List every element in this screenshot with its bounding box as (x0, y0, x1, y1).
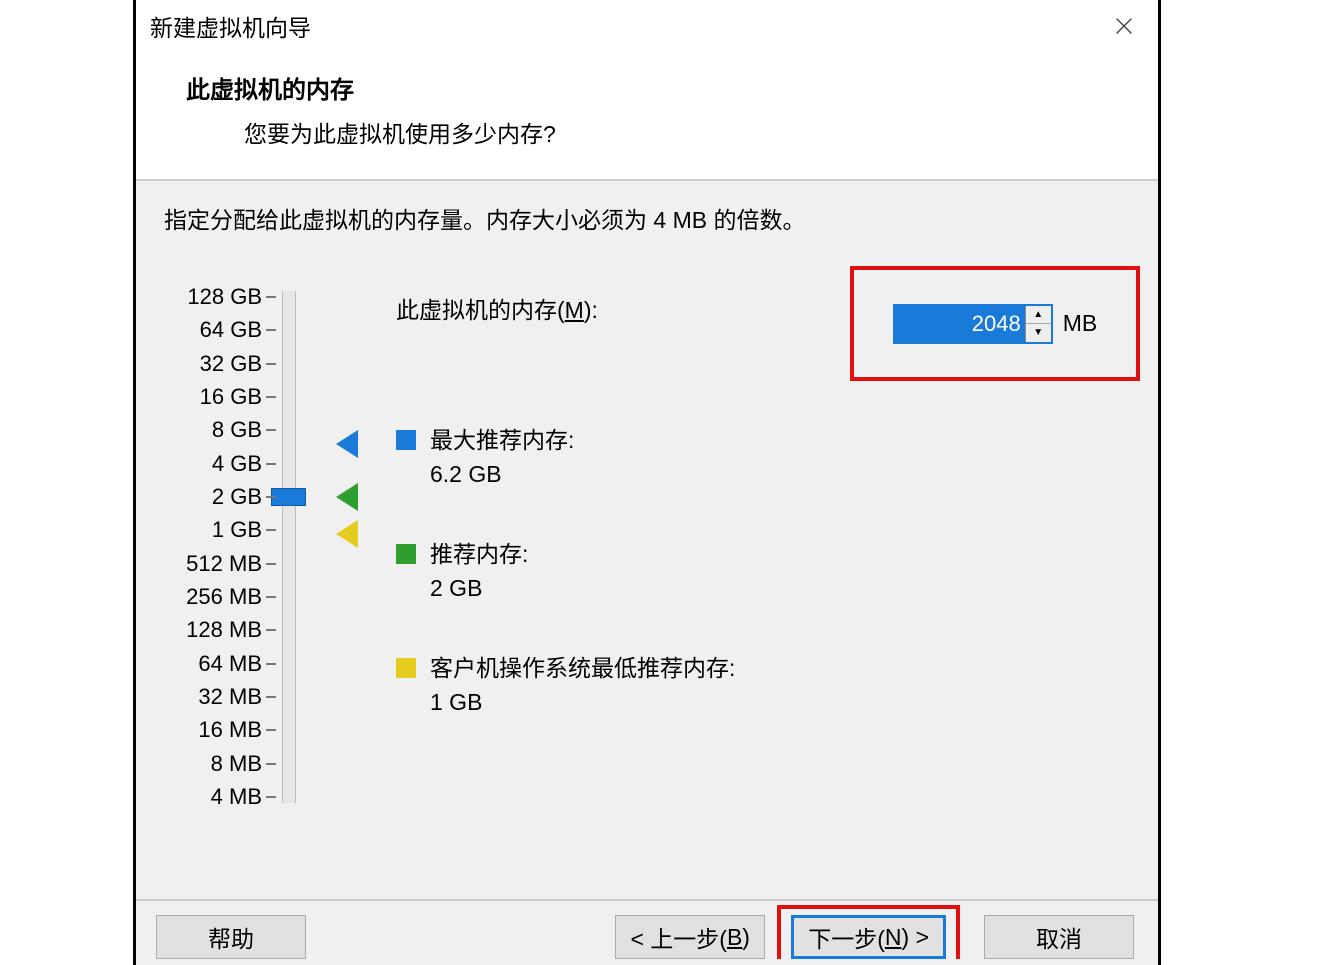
instruction-text: 指定分配给此虚拟机的内存量。内存大小必须为 4 MB 的倍数。 (136, 181, 1158, 235)
slider-tick: 512 MB (136, 553, 262, 575)
slider-tick: 16 GB (136, 386, 262, 408)
slider-tick: 1 GB (136, 519, 262, 541)
slider-tick: 8 GB (136, 419, 262, 441)
slider-tick: 128 GB (136, 286, 262, 308)
slider-tick: 4 MB (136, 786, 262, 808)
help-button[interactable]: 帮助 (156, 915, 306, 959)
marker-rec-icon (336, 483, 358, 511)
titlebar: 新建虚拟机向导 (136, 0, 1158, 52)
spin-down-icon[interactable]: ▼ (1026, 324, 1051, 342)
memory-spinner: ▲ ▼ (893, 304, 1053, 344)
close-icon[interactable] (1104, 6, 1144, 46)
slider-tick: 64 GB (136, 319, 262, 341)
wizard-header: 此虚拟机的内存 您要为此虚拟机使用多少内存? (136, 52, 1158, 179)
legend-max: 最大推荐内存: 6.2 GB (396, 421, 574, 488)
slider-tick: 2 GB (136, 486, 262, 508)
slider-tick: 4 GB (136, 453, 262, 475)
square-green-icon (396, 544, 416, 564)
next-button-highlight: 下一步(N) > (777, 905, 960, 959)
back-button[interactable]: < 上一步(B) (615, 915, 765, 959)
wizard-body: 指定分配给此虚拟机的内存量。内存大小必须为 4 MB 的倍数。 128 GB 64… (136, 181, 1158, 899)
legend-min-value: 1 GB (430, 689, 735, 716)
slider-thumb[interactable] (271, 488, 306, 506)
slider-tick: 32 MB (136, 686, 262, 708)
slider-ticks: 128 GB64 GB32 GB16 GB8 GB4 GB2 GB1 GB512… (136, 291, 262, 811)
legend-rec-value: 2 GB (430, 575, 528, 602)
cancel-button[interactable]: 取消 (984, 915, 1134, 959)
memory-slider[interactable] (282, 291, 296, 803)
slider-tick: 8 MB (136, 753, 262, 775)
memory-unit: MB (1063, 310, 1098, 337)
memory-input-label: 此虚拟机的内存(M): (396, 291, 598, 325)
slider-tick: 128 MB (136, 619, 262, 641)
legend-recommended: 推荐内存: 2 GB (396, 535, 528, 602)
square-blue-icon (396, 430, 416, 450)
slider-tick: 16 MB (136, 719, 262, 741)
window-title: 新建虚拟机向导 (150, 9, 311, 43)
page-heading: 此虚拟机的内存 (186, 70, 1158, 105)
memory-input-highlight: ▲ ▼ MB (850, 266, 1140, 381)
next-button[interactable]: 下一步(N) > (791, 915, 946, 959)
slider-tick: 32 GB (136, 353, 262, 375)
page-subheading: 您要为此虚拟机使用多少内存? (186, 115, 1158, 149)
legend-max-value: 6.2 GB (430, 461, 574, 488)
spinner-buttons: ▲ ▼ (1025, 306, 1051, 342)
slider-tick: 64 MB (136, 653, 262, 675)
slider-tick: 256 MB (136, 586, 262, 608)
legend-min: 客户机操作系统最低推荐内存: 1 GB (396, 649, 735, 716)
wizard-dialog: 新建虚拟机向导 此虚拟机的内存 您要为此虚拟机使用多少内存? 指定分配给此虚拟机… (133, 0, 1161, 965)
marker-max-icon (336, 430, 358, 458)
memory-input[interactable] (895, 306, 1025, 342)
spin-up-icon[interactable]: ▲ (1026, 306, 1051, 325)
marker-min-icon (336, 520, 358, 548)
wizard-footer: 帮助 < 上一步(B) 下一步(N) > 取消 (136, 899, 1158, 965)
square-yellow-icon (396, 658, 416, 678)
